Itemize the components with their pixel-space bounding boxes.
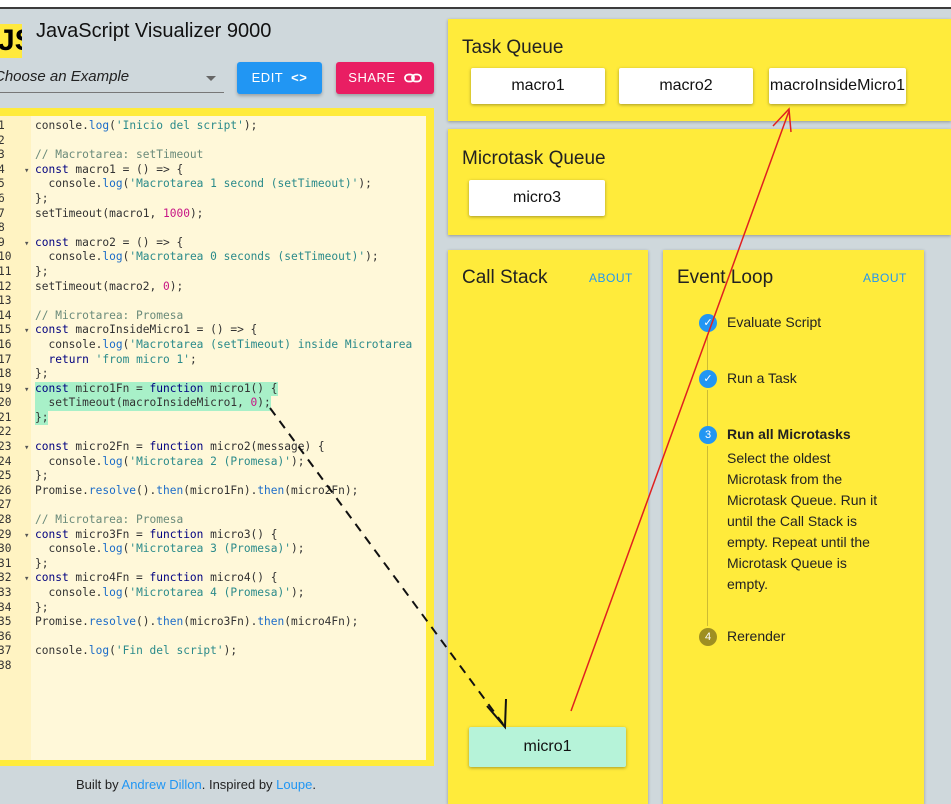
red-arrow-line — [570, 110, 790, 712]
dashed-arrow-line — [269, 407, 504, 725]
annotation-overlay — [269, 107, 792, 730]
